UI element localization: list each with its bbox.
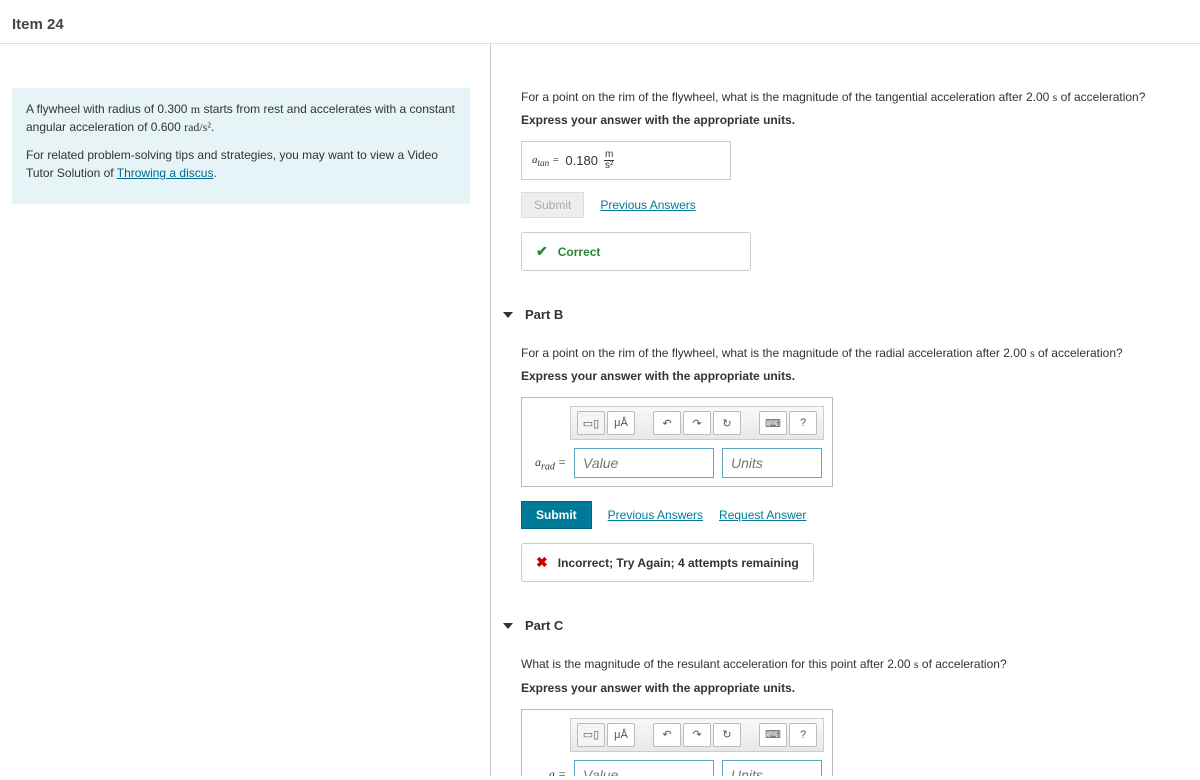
part-b-caret-icon[interactable] (503, 312, 513, 318)
part-c-question: What is the magnitude of the resulant ac… (521, 655, 1180, 674)
templates-button[interactable]: ▭▯ (577, 723, 605, 747)
part-b-units-input[interactable] (722, 448, 822, 478)
greek-button[interactable]: μÅ (607, 723, 635, 747)
part-b-feedback-text: Incorrect; Try Again; 4 attempts remaini… (558, 556, 799, 570)
video-tutor-link[interactable]: Throwing a discus (117, 166, 214, 180)
part-a-feedback: ✔ Correct (521, 232, 751, 271)
undo-button[interactable]: ↶ (653, 411, 681, 435)
part-b-feedback: ✖ Incorrect; Try Again; 4 attempts remai… (521, 543, 814, 582)
part-b-section: Part B For a point on the rim of the fly… (521, 307, 1180, 610)
part-a-submit-button: Submit (521, 192, 584, 218)
left-panel: A flywheel with radius of 0.300 m starts… (0, 44, 490, 776)
problem-statement: A flywheel with radius of 0.300 m starts… (26, 100, 456, 136)
templates-button[interactable]: ▭▯ (577, 411, 605, 435)
part-b-question: For a point on the rim of the flywheel, … (521, 344, 1180, 363)
item-title: Item 24 (12, 16, 1188, 33)
part-b-title: Part B (525, 307, 563, 322)
part-b-variable: arad = (530, 455, 566, 472)
part-b-previous-answers-link[interactable]: Previous Answers (608, 508, 703, 522)
redo-button[interactable]: ↷ (683, 411, 711, 435)
problem-info-box: A flywheel with radius of 0.300 m starts… (12, 88, 470, 204)
keyboard-button[interactable]: ⌨ (759, 723, 787, 747)
part-a-variable: atan = (532, 154, 559, 168)
right-panel: For a point on the rim of the flywheel, … (491, 44, 1200, 776)
part-c-value-input[interactable] (574, 760, 714, 776)
x-icon: ✖ (536, 554, 548, 571)
part-c-toolbar: ▭▯ μÅ ↶ ↷ ↻ ⌨ ? (570, 718, 824, 752)
reset-button[interactable]: ↻ (713, 411, 741, 435)
greek-button[interactable]: μÅ (607, 411, 635, 435)
related-tips: For related problem-solving tips and str… (26, 146, 456, 182)
part-b-submit-button[interactable]: Submit (521, 501, 592, 529)
part-c-units-input[interactable] (722, 760, 822, 776)
undo-button[interactable]: ↶ (653, 723, 681, 747)
part-a-feedback-text: Correct (558, 245, 601, 259)
help-button[interactable]: ? (789, 723, 817, 747)
check-icon: ✔ (536, 243, 548, 260)
part-c-section: Part C What is the magnitude of the resu… (521, 618, 1180, 776)
part-b-request-answer-link[interactable]: Request Answer (719, 508, 806, 522)
part-a-answer-display: atan = 0.180 m s² (521, 141, 731, 180)
redo-button[interactable]: ↷ (683, 723, 711, 747)
part-a-previous-answers-link[interactable]: Previous Answers (600, 198, 695, 212)
page-header: Item 24 (0, 0, 1200, 44)
part-c-variable: a = (530, 767, 566, 776)
part-a-value: 0.180 (565, 153, 598, 168)
part-b-value-input[interactable] (574, 448, 714, 478)
part-c-title: Part C (525, 618, 563, 633)
reset-button[interactable]: ↻ (713, 723, 741, 747)
part-a-instruct: Express your answer with the appropriate… (521, 113, 1180, 127)
part-c-instruct: Express your answer with the appropriate… (521, 681, 1180, 695)
part-b-answer-block: ▭▯ μÅ ↶ ↷ ↻ ⌨ ? arad = (521, 397, 833, 487)
part-a-units: m s² (604, 150, 614, 171)
part-c-caret-icon[interactable] (503, 623, 513, 629)
part-b-instruct: Express your answer with the appropriate… (521, 369, 1180, 383)
part-a-question: For a point on the rim of the flywheel, … (521, 88, 1180, 107)
part-c-answer-block: ▭▯ μÅ ↶ ↷ ↻ ⌨ ? a = (521, 709, 833, 776)
part-b-toolbar: ▭▯ μÅ ↶ ↷ ↻ ⌨ ? (570, 406, 824, 440)
help-button[interactable]: ? (789, 411, 817, 435)
part-a-section: For a point on the rim of the flywheel, … (521, 88, 1180, 299)
keyboard-button[interactable]: ⌨ (759, 411, 787, 435)
